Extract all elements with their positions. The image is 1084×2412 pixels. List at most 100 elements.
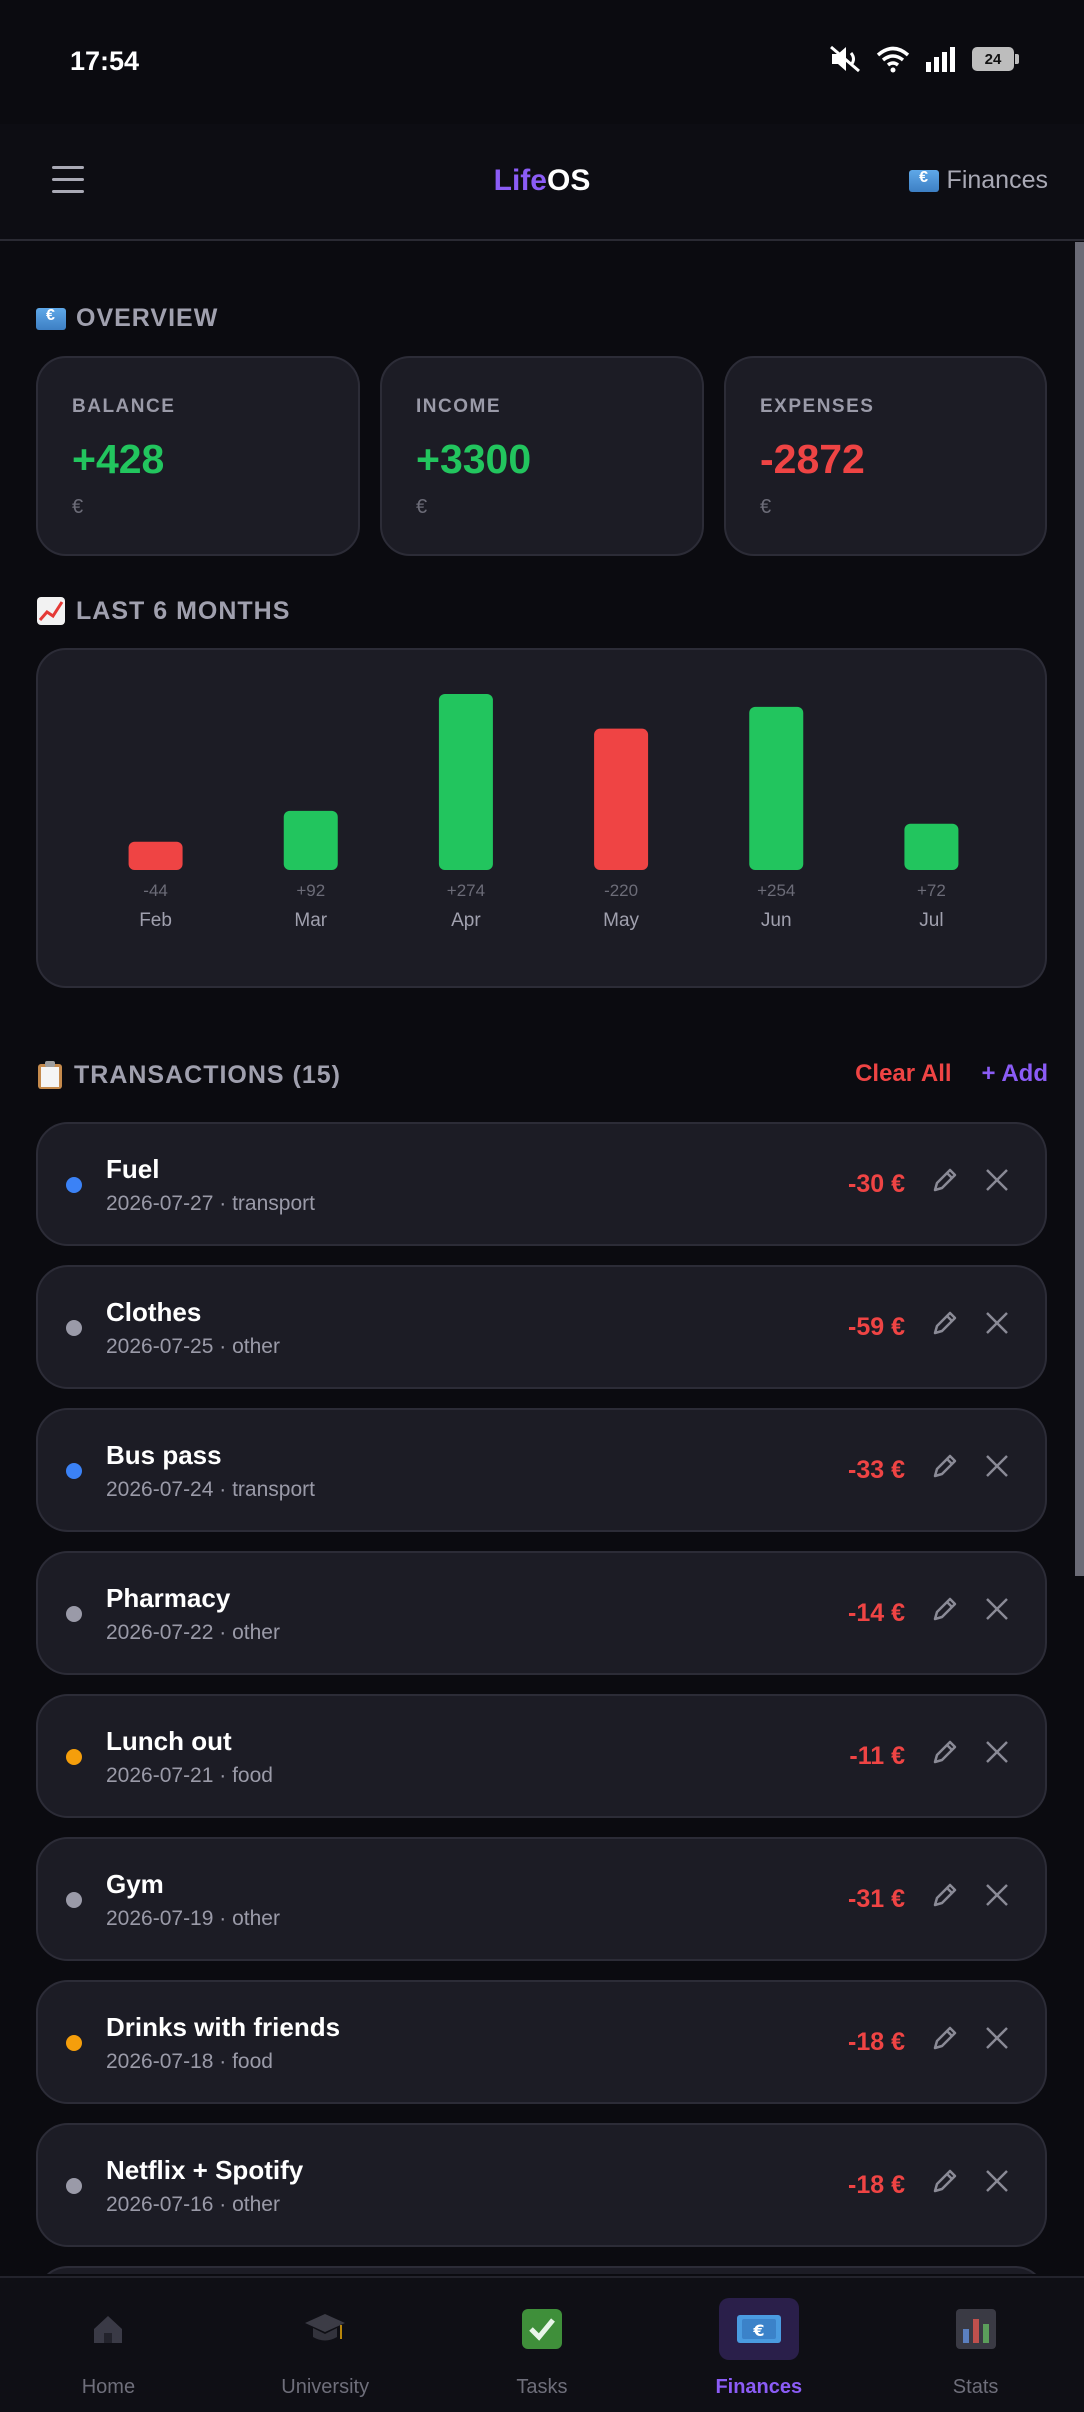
category-dot-icon <box>66 1463 82 1479</box>
category-dot-icon <box>66 2035 82 2051</box>
income-unit: € <box>416 496 428 518</box>
transaction-subtitle: 2026-07-18 · food <box>106 2050 273 2073</box>
chart-value-label: +254 <box>757 881 795 900</box>
chart-category-label: May <box>603 910 639 931</box>
nav-item-tasks[interactable]: Tasks <box>434 2278 651 2412</box>
transaction-row[interactable]: Fuel 2026-07-27 · transport -30 € <box>36 1122 1047 1246</box>
chart-value-label: +274 <box>447 881 485 900</box>
transaction-row[interactable]: Bus pass 2026-07-24 · transport -33 € <box>36 1408 1047 1532</box>
signal-icon <box>926 47 955 72</box>
chart-bar-may <box>594 728 649 870</box>
transactions-actions: Clear All + Add <box>855 1060 1048 1088</box>
category-dot-icon <box>66 1320 82 1336</box>
check-mark-icon <box>502 2298 582 2360</box>
category-dot-icon <box>66 1177 82 1193</box>
close-icon[interactable] <box>983 1595 1011 1623</box>
chart-category-label: Mar <box>294 910 327 931</box>
chart-bar-mar <box>283 810 338 870</box>
status-time: 17:54 <box>70 46 140 76</box>
transaction-title: Lunch out <box>106 1726 232 1756</box>
transaction-subtitle: 2026-07-16 · other <box>106 2193 280 2216</box>
chart-category-label: Jul <box>919 910 943 931</box>
expenses-unit: € <box>760 496 772 518</box>
category-dot-icon <box>66 1892 82 1908</box>
transaction-subtitle: 2026-07-21 · food <box>106 1764 273 1787</box>
pencil-icon[interactable] <box>929 2165 961 2197</box>
transaction-amount: -18 € <box>848 2028 905 2056</box>
transaction-title: Bus pass <box>106 1440 222 1470</box>
transaction-title: Netflix + Spotify <box>106 2155 304 2185</box>
transaction-row[interactable]: Lunch out 2026-07-21 · food -11 € <box>36 1694 1047 1818</box>
chart-category-label: Jun <box>761 910 792 931</box>
pencil-icon[interactable] <box>929 1879 961 1911</box>
transaction-title: Fuel <box>106 1154 160 1184</box>
chart-card: -44 Feb +92 Mar +274 Apr -220 May +254 Jun +72 Jul <box>36 648 1047 988</box>
close-icon[interactable] <box>983 2024 1011 2052</box>
close-icon[interactable] <box>983 2167 1011 2195</box>
money-emoji-icon <box>36 307 66 330</box>
category-dot-icon <box>66 2178 82 2194</box>
transaction-amount: -14 € <box>848 1599 905 1627</box>
status-bar: 17:54 24 <box>0 0 1084 124</box>
clear-all-button[interactable]: Clear All <box>855 1060 951 1088</box>
close-icon[interactable] <box>983 1452 1011 1480</box>
close-icon[interactable] <box>983 1881 1011 1909</box>
wifi-icon <box>876 46 910 73</box>
chart-value-label: -44 <box>143 881 168 900</box>
chart-value-label: +72 <box>917 881 946 900</box>
pencil-icon[interactable] <box>929 1450 961 1482</box>
pencil-icon[interactable] <box>929 1593 961 1625</box>
transaction-row[interactable]: Pharmacy 2026-07-22 · other -14 € <box>36 1551 1047 1675</box>
expenses-label: EXPENSES <box>760 396 875 417</box>
status-icons: 24 <box>828 44 1019 74</box>
category-dot-icon <box>66 1749 82 1765</box>
transaction-subtitle: 2026-07-19 · other <box>106 1907 280 1930</box>
chart-bar-feb <box>128 841 183 870</box>
home-icon <box>68 2298 148 2360</box>
transaction-row[interactable]: Clothes 2026-07-25 · other -59 € <box>36 1265 1047 1389</box>
nav-item-stats[interactable]: Stats <box>867 2278 1084 2412</box>
bar-chart-icon <box>936 2298 1016 2360</box>
transaction-row[interactable]: Drinks with friends 2026-07-18 · food -18 … <box>36 1980 1047 2104</box>
nav-item-university[interactable]: University <box>217 2278 434 2412</box>
close-icon[interactable] <box>983 1166 1011 1194</box>
pencil-icon[interactable] <box>929 2022 961 2054</box>
expenses-card: EXPENSES -2872 € <box>724 356 1047 556</box>
add-transaction-button[interactable]: + Add <box>982 1060 1048 1088</box>
close-icon[interactable] <box>983 1309 1011 1337</box>
transaction-title: Gym <box>106 1869 164 1899</box>
svg-text:€: € <box>752 2321 764 2340</box>
scrollbar[interactable] <box>1075 242 1084 1576</box>
current-section: Finances <box>908 166 1048 195</box>
expenses-value: -2872 <box>760 436 865 482</box>
chart-bar-jul <box>904 823 959 870</box>
transaction-row[interactable] <box>36 2266 1047 2274</box>
pencil-icon[interactable] <box>929 1307 961 1339</box>
chart-increasing-emoji-icon <box>37 597 65 625</box>
transaction-subtitle: 2026-07-22 · other <box>106 1621 280 1644</box>
income-card: INCOME +3300 € <box>380 356 704 556</box>
category-dot-icon <box>66 1606 82 1622</box>
main-content[interactable]: OVERVIEW BALANCE +428 € INCOME +3300 € E… <box>0 242 1084 2274</box>
money-emoji-icon: € <box>718 2298 799 2360</box>
transaction-subtitle: 2026-07-27 · transport <box>106 1192 315 1215</box>
chart-category-label: Apr <box>451 910 481 931</box>
graduation-cap-icon <box>285 2298 365 2360</box>
transaction-row[interactable]: Gym 2026-07-19 · other -31 € <box>36 1837 1047 1961</box>
balance-card: BALANCE +428 € <box>36 356 360 556</box>
overview-title: OVERVIEW <box>36 304 218 333</box>
chart-title: LAST 6 MONTHS <box>36 596 290 626</box>
app-title-os: OS <box>546 164 591 197</box>
balance-value: +428 <box>72 436 165 482</box>
transaction-row[interactable]: Netflix + Spotify 2026-07-16 · other -18 € <box>36 2123 1047 2247</box>
transaction-title: Drinks with friends <box>106 2012 341 2042</box>
nav-item-finances[interactable]: € Finances <box>650 2278 867 2412</box>
transactions-title: TRANSACTIONS (15) <box>36 1060 341 1090</box>
pencil-icon[interactable] <box>929 1736 961 1768</box>
chart-category-label: Feb <box>139 910 172 931</box>
pencil-icon[interactable] <box>929 1164 961 1196</box>
nav-item-home[interactable]: Home <box>0 2278 217 2412</box>
close-icon[interactable] <box>983 1738 1011 1766</box>
current-section-label: Finances <box>946 166 1048 194</box>
chart-value-label: +92 <box>296 881 325 900</box>
